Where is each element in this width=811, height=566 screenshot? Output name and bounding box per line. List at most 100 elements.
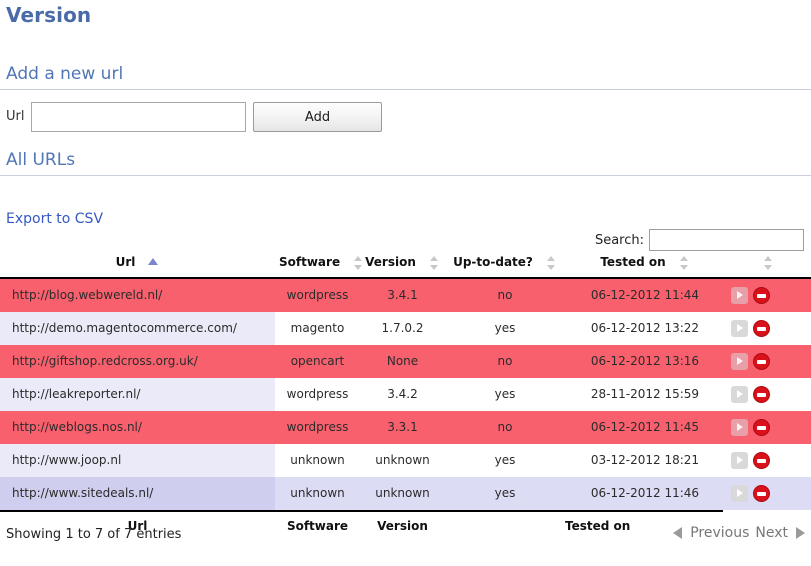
column-header-software[interactable]: Software xyxy=(275,252,363,279)
table-row[interactable]: http://www.sitedeals.nl/unknown unknown ye… xyxy=(0,476,811,510)
sort-both-icon xyxy=(428,255,440,270)
table-info: Showing 1 to 7 of 7 entries xyxy=(6,527,182,542)
cell-url: http://giftshop.redcross.org.uk/ xyxy=(0,344,275,378)
column-header-url[interactable]: Url xyxy=(0,252,275,279)
version-page: Version Add a new url Url Add All URLs E… xyxy=(0,0,811,566)
cell-url: http://demo.magentocommerce.com/ xyxy=(0,311,275,345)
footer-column-label: Software xyxy=(286,518,349,533)
cell-software: wordpress xyxy=(275,410,360,444)
footer-column-label: Version xyxy=(377,518,428,533)
next-button[interactable]: Next xyxy=(752,525,791,541)
add-button[interactable]: Add xyxy=(253,102,382,132)
cell-actions xyxy=(725,344,811,378)
cell-version: unknown xyxy=(360,443,445,477)
cell-version: 1.7.0.2 xyxy=(360,311,445,345)
table-row[interactable]: http://leakreporter.nl/wordpress 3.4.2 yes… xyxy=(0,377,811,411)
cell-actions xyxy=(725,443,811,477)
cell-actions xyxy=(725,277,811,312)
cell-actions xyxy=(725,476,811,510)
search-label: Search: xyxy=(594,232,644,248)
pagination: Previous Next xyxy=(673,525,805,541)
cell-up-to-date: yes xyxy=(445,377,565,411)
cell-url: http://leakreporter.nl/ xyxy=(0,377,275,411)
cell-url: http://www.joop.nl xyxy=(0,443,275,477)
footer-column-empty xyxy=(445,512,565,536)
cell-tested-on: 06-12-2012 11:46 xyxy=(565,476,725,510)
cell-up-to-date: no xyxy=(445,344,565,378)
cell-version: 3.4.2 xyxy=(360,377,445,411)
table-row[interactable]: http://weblogs.nos.nl/wordpress 3.3.1 no 06… xyxy=(0,410,811,444)
table-row[interactable]: http://www.joop.nl unknown unknown yes 03-12… xyxy=(0,443,811,477)
table-row[interactable]: http://giftshop.redcross.org.uk/opencart… xyxy=(0,344,811,378)
cell-software: opencart xyxy=(275,344,360,378)
delete-icon[interactable] xyxy=(753,319,770,337)
cell-tested-on: 06-12-2012 11:44 xyxy=(565,277,725,312)
cell-up-to-date: no xyxy=(445,277,565,312)
url-input[interactable] xyxy=(31,102,246,132)
cell-tested-on: 03-12-2012 18:21 xyxy=(565,443,725,477)
play-icon[interactable] xyxy=(731,385,748,403)
cell-tested-on: 06-12-2012 13:16 xyxy=(565,344,725,378)
table-header: Url Software Version Up-to-date? Tested on xyxy=(0,252,811,279)
cell-version: None xyxy=(360,344,445,378)
cell-software: wordpress xyxy=(275,277,360,312)
column-header-version[interactable]: Version xyxy=(360,252,445,279)
table-header-row: Url Software Version Up-to-date? Tested on xyxy=(0,252,811,279)
table-bottom-rule xyxy=(0,509,723,512)
next-arrow-icon[interactable] xyxy=(796,527,805,539)
play-icon[interactable] xyxy=(731,484,748,502)
sort-ascending-icon xyxy=(147,256,159,270)
search-area: Search: xyxy=(595,229,804,251)
cell-actions xyxy=(725,311,811,345)
column-header-label: Up-to-date? xyxy=(453,255,533,269)
all-urls-heading: All URLs xyxy=(0,150,811,176)
urls-table: Url Software Version Up-to-date? Tested on h… xyxy=(0,252,811,536)
cell-version: unknown xyxy=(360,476,445,510)
cell-version: 3.4.1 xyxy=(360,277,445,312)
column-header-actions[interactable] xyxy=(725,252,811,279)
url-field-label: Url xyxy=(6,109,25,124)
cell-url: http://weblogs.nos.nl/ xyxy=(0,410,275,444)
table-body: http://blog.webwereld.nl/wordpress 3.4.1 n… xyxy=(0,277,811,510)
cell-actions xyxy=(725,410,811,444)
play-icon[interactable] xyxy=(731,451,748,469)
delete-icon[interactable] xyxy=(753,451,770,469)
cell-tested-on: 06-12-2012 13:22 xyxy=(565,311,725,345)
delete-icon[interactable] xyxy=(753,286,770,304)
cell-actions xyxy=(725,377,811,411)
column-header-tested-on[interactable]: Tested on xyxy=(565,252,725,279)
delete-icon[interactable] xyxy=(753,418,770,436)
cell-software: magento xyxy=(275,311,360,345)
column-header-label: Url xyxy=(115,255,136,269)
delete-icon[interactable] xyxy=(753,352,770,370)
cell-tested-on: 06-12-2012 11:45 xyxy=(565,410,725,444)
delete-icon[interactable] xyxy=(753,385,770,403)
delete-icon[interactable] xyxy=(753,484,770,502)
sort-both-icon xyxy=(762,255,774,270)
play-icon[interactable] xyxy=(731,286,748,304)
cell-software: wordpress xyxy=(275,377,360,411)
cell-software: unknown xyxy=(275,443,360,477)
cell-url: http://blog.webwereld.nl/ xyxy=(0,277,275,312)
add-url-heading: Add a new url xyxy=(0,64,811,90)
cell-version: 3.3.1 xyxy=(360,410,445,444)
column-header-label: Version xyxy=(365,255,416,269)
play-icon[interactable] xyxy=(731,418,748,436)
table-row[interactable]: http://blog.webwereld.nl/wordpress 3.4.1 n… xyxy=(0,277,811,312)
play-icon[interactable] xyxy=(731,319,748,337)
cell-up-to-date: yes xyxy=(445,443,565,477)
previous-arrow-icon[interactable] xyxy=(673,527,683,539)
previous-button[interactable]: Previous xyxy=(687,525,752,541)
export-to-csv-link[interactable]: Export to CSV xyxy=(6,211,103,227)
sort-both-icon xyxy=(545,255,557,270)
urls-table-wrapper: Url Software Version Up-to-date? Tested on h… xyxy=(0,252,811,536)
cell-software: unknown xyxy=(275,476,360,510)
table-footer-row xyxy=(0,509,811,512)
search-input[interactable] xyxy=(649,229,804,251)
table-row[interactable]: http://demo.magentocommerce.com/magento 1… xyxy=(0,311,811,345)
play-icon[interactable] xyxy=(731,352,748,370)
cell-up-to-date: yes xyxy=(445,476,565,510)
column-header-up-to-date[interactable]: Up-to-date? xyxy=(445,252,565,279)
page-title: Version xyxy=(6,3,92,27)
cell-tested-on: 28-11-2012 15:59 xyxy=(565,377,725,411)
